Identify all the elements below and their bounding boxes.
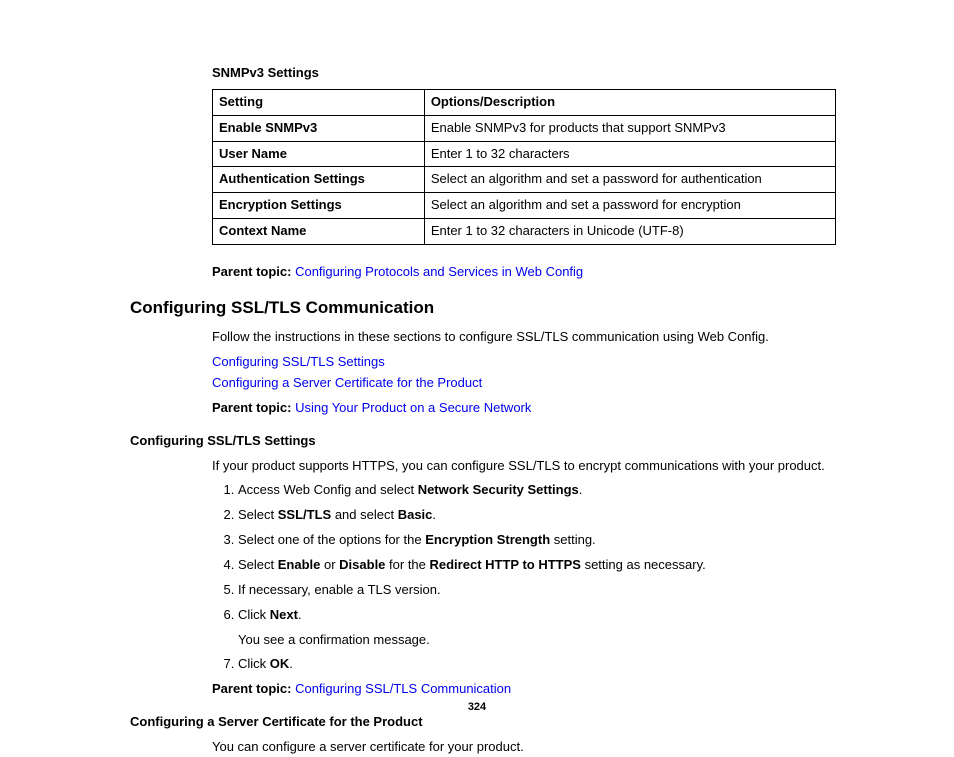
step-1: Access Web Config and select Network Sec… [238,481,836,500]
ssl-link-settings[interactable]: Configuring SSL/TLS Settings [212,353,836,372]
step-text: Access Web Config and select [238,482,418,497]
ssl-settings-heading: Configuring SSL/TLS Settings [130,432,836,451]
setting-cell: Context Name [213,219,425,245]
setting-cell: User Name [213,141,425,167]
step-bold: Network Security Settings [418,482,579,497]
table-row: Enable SNMPv3 Enable SNMPv3 for products… [213,115,836,141]
table-row: Context Name Enter 1 to 32 characters in… [213,219,836,245]
server-cert-intro: You can configure a server certificate f… [212,738,836,757]
table-row: Encryption Settings Select an algorithm … [213,193,836,219]
setting-cell: Enable SNMPv3 [213,115,425,141]
desc-cell: Enable SNMPv3 for products that support … [424,115,835,141]
step-6-sub: You see a confirmation message. [238,631,836,650]
step-text: Select one of the options for the [238,532,425,547]
table-row: User Name Enter 1 to 32 characters [213,141,836,167]
ssl-settings-intro: If your product supports HTTPS, you can … [212,457,836,476]
step-text: . [298,607,302,622]
ssl-link-server-cert[interactable]: Configuring a Server Certificate for the… [212,374,836,393]
document-page: SNMPv3 Settings Setting Options/Descript… [0,0,954,738]
snmpv3-section: SNMPv3 Settings Setting Options/Descript… [212,64,836,282]
ssl-settings-body: If your product supports HTTPS, you can … [212,457,836,699]
snmp-parent-link[interactable]: Configuring Protocols and Services in We… [295,264,583,279]
step-bold: Disable [339,557,385,572]
step-text: or [320,557,339,572]
step-text: setting as necessary. [581,557,706,572]
step-text: Click [238,607,270,622]
setting-cell: Encryption Settings [213,193,425,219]
ssl-intro: Follow the instructions in these section… [212,328,836,347]
snmp-parent-topic: Parent topic: Configuring Protocols and … [212,263,836,282]
parent-label: Parent topic: [212,264,295,279]
table-row: Authentication Settings Select an algori… [213,167,836,193]
step-4: Select Enable or Disable for the Redirec… [238,556,836,575]
server-cert-body: You can configure a server certificate f… [212,738,836,757]
step-text: . [579,482,583,497]
step-bold: Basic [398,507,433,522]
step-bold: Next [270,607,298,622]
desc-cell: Select an algorithm and set a password f… [424,167,835,193]
ssl-communication-heading: Configuring SSL/TLS Communication [130,296,836,321]
step-text: setting. [550,532,596,547]
snmpv3-settings-table: Setting Options/Description Enable SNMPv… [212,89,836,245]
step-text: for the [385,557,429,572]
step-text: Select [238,507,278,522]
ssl-settings-parent-topic: Parent topic: Configuring SSL/TLS Commun… [212,680,836,699]
step-bold: Redirect HTTP to HTTPS [430,557,581,572]
ssl-settings-steps: Access Web Config and select Network Sec… [212,481,836,674]
table-header-row: Setting Options/Description [213,89,836,115]
setting-cell: Authentication Settings [213,167,425,193]
step-bold: Enable [278,557,321,572]
step-text: . [432,507,436,522]
step-7: Click OK. [238,655,836,674]
parent-label: Parent topic: [212,681,295,696]
step-text: Select [238,557,278,572]
step-2: Select SSL/TLS and select Basic. [238,506,836,525]
step-bold: OK [270,656,290,671]
step-text: and select [331,507,398,522]
table-header-desc: Options/Description [424,89,835,115]
step-3: Select one of the options for the Encryp… [238,531,836,550]
ssl-parent-link[interactable]: Using Your Product on a Secure Network [295,400,531,415]
step-5: If necessary, enable a TLS version. [238,581,836,600]
ssl-communication-body: Follow the instructions in these section… [212,328,836,417]
ssl-sublinks: Configuring SSL/TLS Settings Configuring… [212,353,836,393]
snmpv3-title: SNMPv3 Settings [212,64,836,83]
step-text: If necessary, enable a TLS version. [238,582,441,597]
page-number: 324 [0,700,954,716]
desc-cell: Enter 1 to 32 characters [424,141,835,167]
step-text: . [289,656,293,671]
ssl-parent-topic: Parent topic: Using Your Product on a Se… [212,399,836,418]
desc-cell: Enter 1 to 32 characters in Unicode (UTF… [424,219,835,245]
step-6: Click Next. You see a confirmation messa… [238,606,836,650]
step-bold: SSL/TLS [278,507,331,522]
step-bold: Encryption Strength [425,532,550,547]
desc-cell: Select an algorithm and set a password f… [424,193,835,219]
ssl-settings-parent-link[interactable]: Configuring SSL/TLS Communication [295,681,511,696]
step-text: Click [238,656,270,671]
parent-label: Parent topic: [212,400,295,415]
table-header-setting: Setting [213,89,425,115]
